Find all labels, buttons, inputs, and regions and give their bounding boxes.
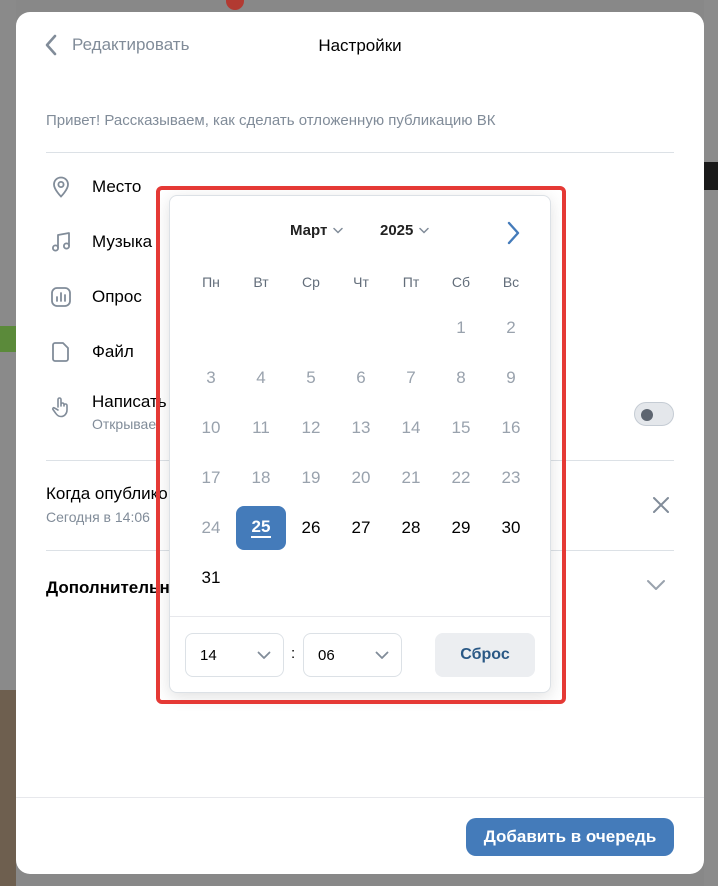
hand-pointer-icon (46, 392, 76, 422)
background-banner (0, 326, 16, 352)
highlight-frame (156, 186, 566, 704)
file-icon (46, 337, 76, 367)
background-right-strip (704, 0, 718, 886)
music-note-icon (46, 227, 76, 257)
attachment-label: Опрос (92, 287, 142, 306)
attachment-label: Место (92, 177, 142, 196)
page-title: Настройки (318, 36, 402, 55)
poll-icon (46, 282, 76, 312)
post-preview-text: Привет! Рассказываем, как сделать отложе… (46, 112, 496, 129)
background-left-strip (0, 0, 16, 886)
background-photo (0, 690, 16, 886)
attachment-place[interactable]: Место (46, 172, 141, 202)
modal-header: Редактировать Настройки (16, 12, 704, 80)
write-row[interactable]: Написать Открывае (46, 392, 167, 432)
schedule-title: Когда опублико (46, 484, 168, 503)
chevron-down-icon[interactable] (646, 578, 666, 592)
attachment-label: Музыка (92, 232, 153, 251)
background-dark-block (704, 162, 718, 190)
attachment-poll[interactable]: Опрос (46, 282, 142, 312)
close-icon[interactable] (650, 494, 672, 516)
location-pin-icon (46, 172, 76, 202)
write-toggle[interactable] (634, 402, 674, 426)
attachment-music[interactable]: Музыка (46, 227, 152, 257)
notification-badge (226, 0, 244, 10)
footer-divider (16, 797, 704, 798)
attachment-file[interactable]: Файл (46, 337, 134, 367)
divider (46, 152, 674, 153)
add-to-queue-button[interactable]: Добавить в очередь (466, 818, 674, 856)
attachment-label: Файл (92, 342, 134, 361)
schedule-subtitle: Сегодня в 14:06 (46, 509, 150, 525)
toggle-knob (641, 409, 653, 421)
